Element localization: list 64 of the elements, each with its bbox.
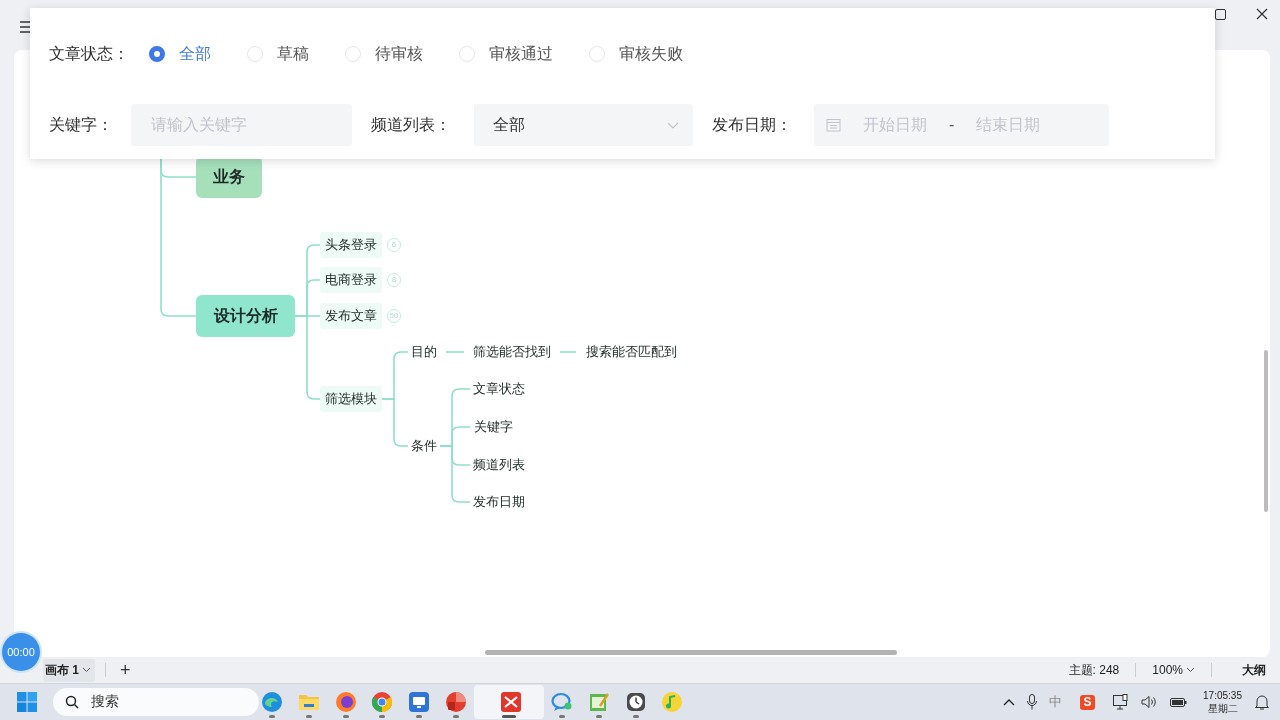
field-label: 发布日期： xyxy=(712,114,793,135)
branch-line xyxy=(445,351,465,353)
network-icon[interactable] xyxy=(1113,694,1130,710)
mindmap-topic[interactable]: 筛选模块 xyxy=(320,386,382,412)
clock-time: 17:05:35 xyxy=(1203,689,1242,702)
mindmap-topic[interactable]: 关键字 xyxy=(470,417,516,437)
mindmap-topic[interactable]: 搜索能否匹配到 xyxy=(582,342,680,362)
mindmap-topic[interactable]: 头条登录 xyxy=(320,232,382,258)
monitor-icon xyxy=(408,691,431,713)
clock-icon xyxy=(624,691,647,713)
field-label: 文章状态： xyxy=(49,43,130,64)
notification-icon[interactable] xyxy=(1254,694,1270,710)
scrollbar[interactable] xyxy=(1264,350,1268,512)
scrollbar[interactable] xyxy=(485,650,897,655)
mindmap-topic[interactable]: 频道列表 xyxy=(470,455,528,475)
mindmap-topic[interactable]: 条件 xyxy=(408,436,440,456)
channel-dropdown[interactable]: 全部 xyxy=(474,104,693,146)
mindmap-topic[interactable]: 筛选能否找到 xyxy=(470,342,554,362)
canvas-tab[interactable]: 画布 1 xyxy=(43,658,95,682)
browser-icon xyxy=(261,691,284,713)
mindmap-topic[interactable]: 业务 xyxy=(196,156,262,198)
notepad-icon xyxy=(587,691,610,713)
radio-option[interactable]: 审核失败 xyxy=(589,43,683,65)
music-icon xyxy=(661,691,684,713)
radio-option[interactable]: 审核通过 xyxy=(459,43,553,65)
document-icon xyxy=(444,691,467,713)
clock-day: 星期二 xyxy=(1207,702,1238,715)
caret-icon xyxy=(1186,667,1195,673)
branch-line xyxy=(559,351,577,353)
field-label: 关键字： xyxy=(49,114,114,135)
search-icon xyxy=(65,695,79,709)
radio-option[interactable]: 待审核 xyxy=(345,43,423,65)
mindmap-topic[interactable]: 设计分析 xyxy=(196,295,295,337)
start-button[interactable] xyxy=(17,692,37,712)
radio-option[interactable]: 全部 xyxy=(149,43,211,65)
calendar-icon xyxy=(826,118,841,132)
mindmap-topic[interactable]: 目的 xyxy=(408,342,440,362)
add-tab-button[interactable]: + xyxy=(116,661,135,679)
topic-count: 主题: 248 xyxy=(1068,661,1120,679)
browser-icon xyxy=(371,691,394,713)
zoom-dropdown[interactable]: 100% xyxy=(1152,663,1195,677)
search-field[interactable]: 搜索 xyxy=(53,688,259,716)
microphone-icon[interactable] xyxy=(1027,694,1038,710)
branch-line xyxy=(381,398,409,447)
close-icon[interactable] xyxy=(1256,8,1268,20)
caret-icon xyxy=(667,121,679,129)
browser-icon xyxy=(334,691,357,713)
app-icon xyxy=(500,691,523,713)
field-label: 频道列表： xyxy=(371,114,452,135)
battery-icon[interactable] xyxy=(1169,696,1188,708)
chat-icon xyxy=(551,691,574,713)
volume-icon[interactable] xyxy=(1141,695,1158,709)
input-method-logo[interactable]: S xyxy=(1080,694,1096,710)
mindmap-topic[interactable]: 文章状态 xyxy=(470,379,528,399)
maximize-icon[interactable] xyxy=(1215,8,1226,20)
radio-option[interactable]: 草稿 xyxy=(247,43,309,65)
mindmap-topic[interactable]: 发布日期 xyxy=(470,492,528,512)
caret-icon xyxy=(82,667,91,673)
system-clock[interactable]: 17:05:35 星期二 xyxy=(1203,689,1242,715)
mindmap-topic[interactable]: 电商登录 xyxy=(320,267,382,293)
mindmap-topic[interactable]: 发布文章 xyxy=(320,303,382,329)
taskbar-app[interactable] xyxy=(474,685,544,719)
outline-button[interactable]: 大纲 xyxy=(1242,661,1266,679)
chevron-up-icon[interactable] xyxy=(1003,698,1016,706)
